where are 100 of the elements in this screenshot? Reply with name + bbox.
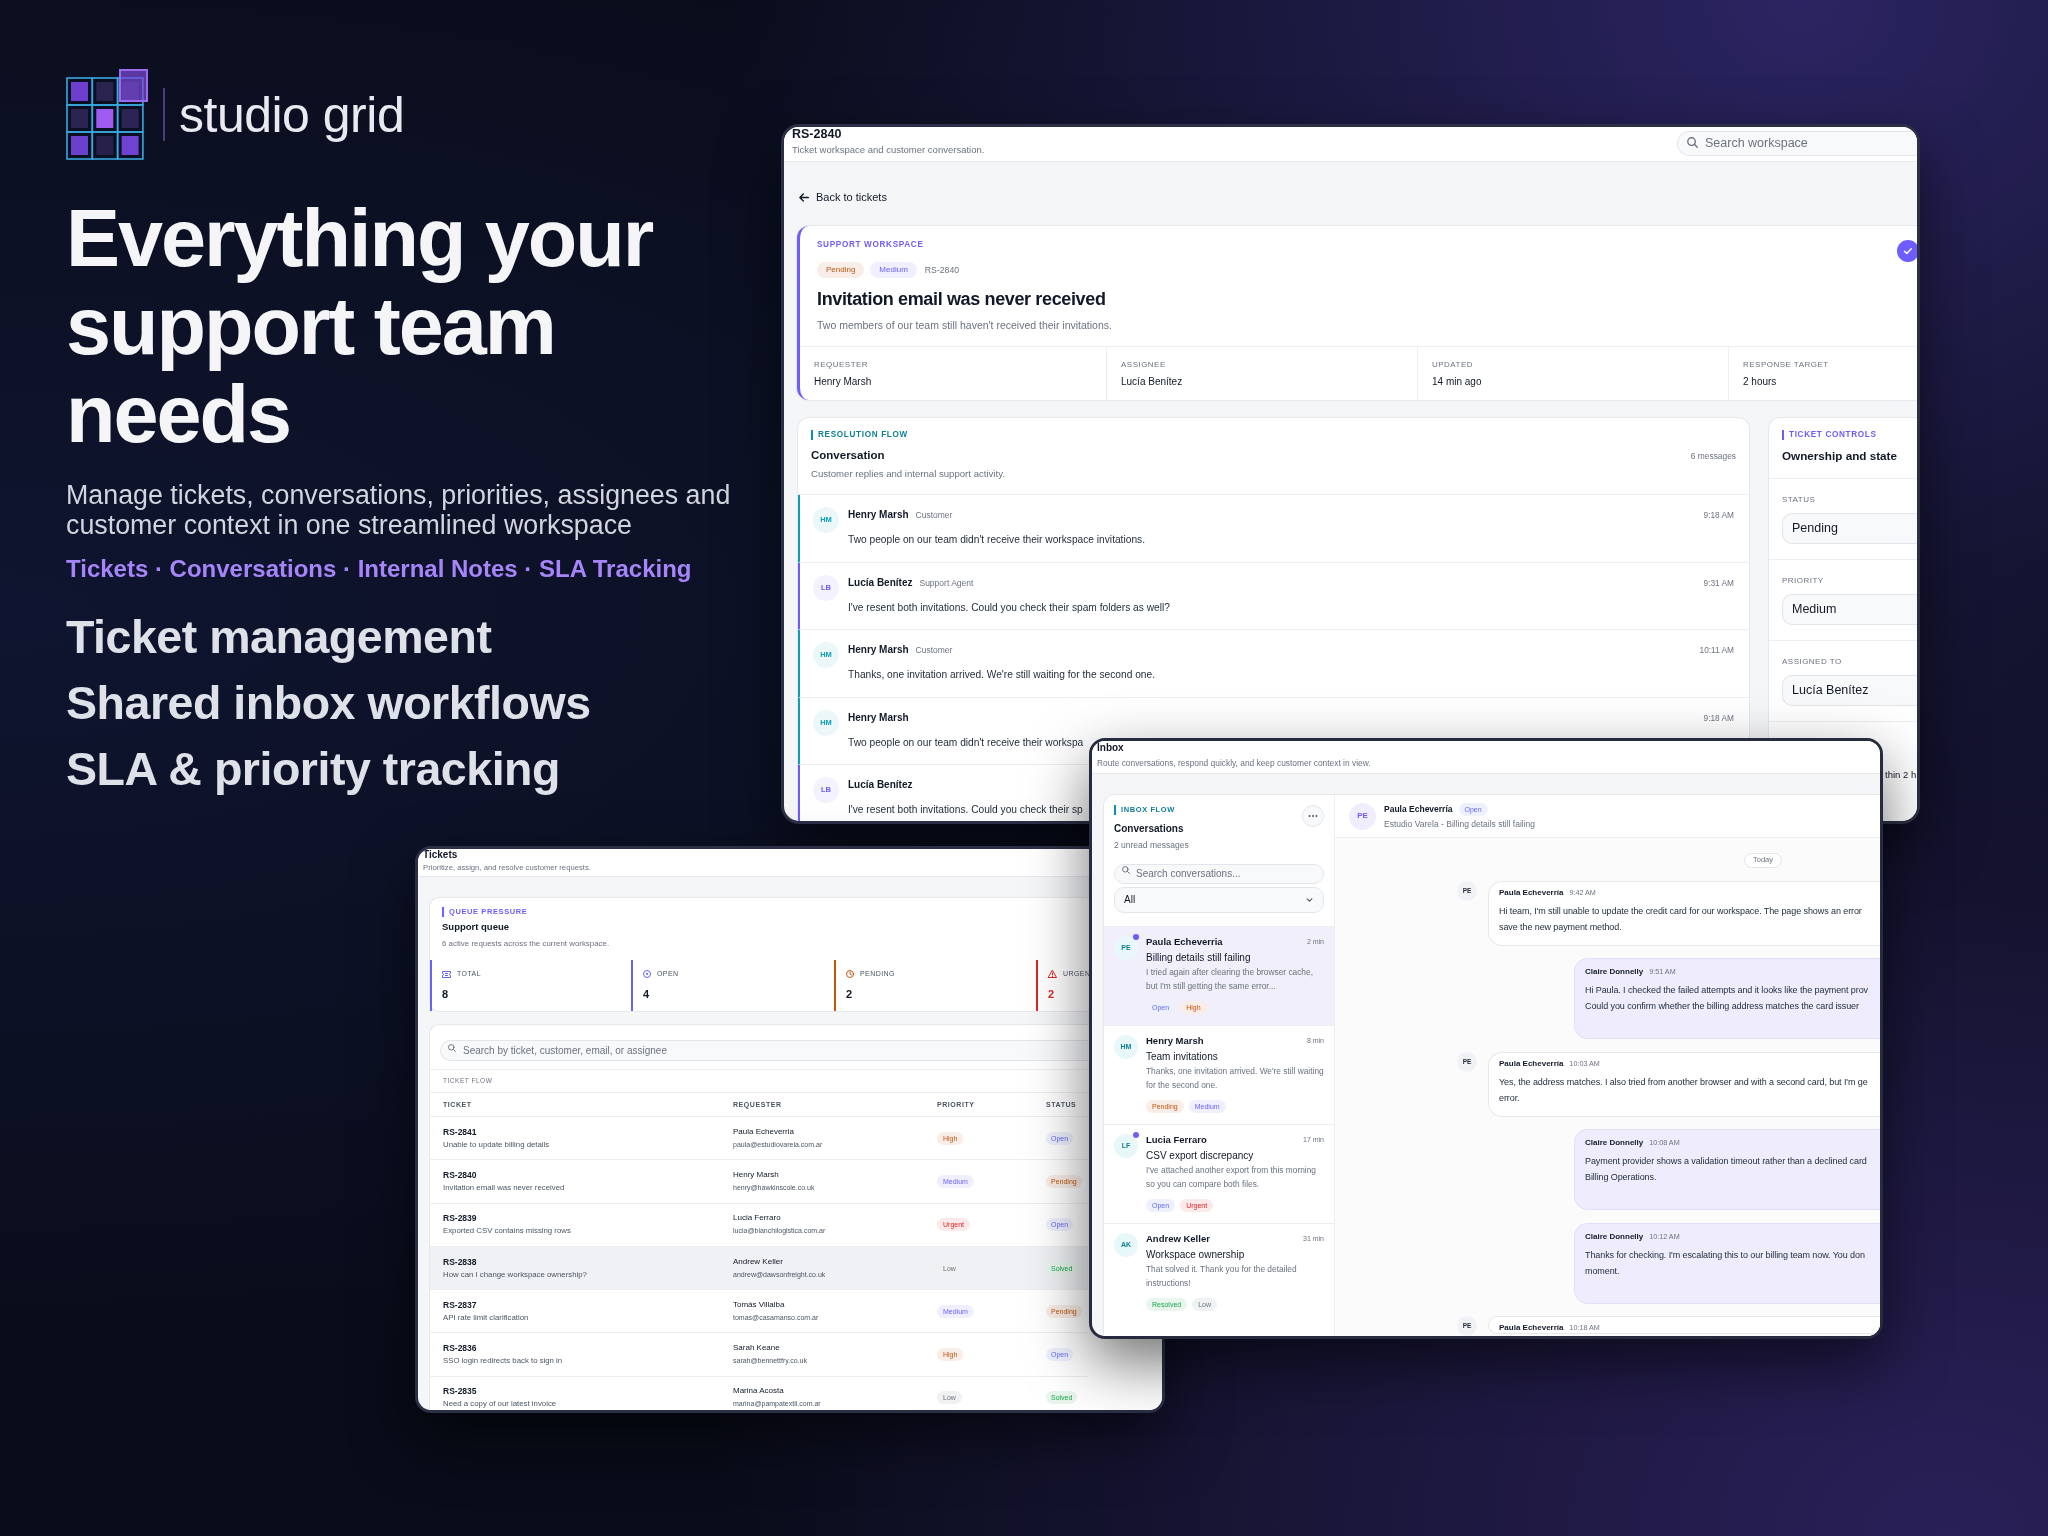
section-title: Conversation — [811, 449, 885, 462]
author-name: Claire Donnelly — [1585, 1231, 1644, 1242]
ticket-id: RS-2838 — [443, 1256, 477, 1267]
message-text: I've resent both invitations. Could you check their spam folders as well? — [848, 601, 1170, 614]
author-name: Paula Echeverría — [1499, 887, 1564, 898]
message-preview: I've attached another export from this morning so you can compare both files. — [1146, 1164, 1317, 1191]
window-subtitle: Route conversations, respond quickly, and keep customer context in view. — [1097, 758, 1371, 768]
message-preview: I tried again after clearing the browser cache, but I'm still getting the same error... — [1146, 966, 1314, 993]
avatar: PE — [1349, 802, 1376, 830]
field-label: RESPONSE TARGET — [1743, 360, 1829, 370]
message-preview: Thanks, one invitation arrived. We're still waiting for the second one. — [1146, 1065, 1325, 1092]
ticket-description: Two members of our team still haven't received their invitations. — [817, 318, 1112, 332]
subtitle: Manage tickets, conversations, priorities, assignees and customer context in one streamlined workspace — [66, 480, 732, 540]
author-name: Paula Echeverría — [1499, 1323, 1564, 1333]
requester-name: Tomás Villalba — [733, 1299, 785, 1310]
message-text: Thanks, one invitation arrived. We're still waiting for the second one. — [848, 669, 1155, 681]
window-title: RS-2840 — [792, 127, 842, 141]
requester-name: Paula Echeverria — [733, 1126, 794, 1137]
author-role: Customer — [915, 645, 953, 655]
ticket-id: RS-2835 — [443, 1386, 477, 1397]
field-label: PRIORITY — [1782, 576, 1824, 586]
message-text: Hi Paula. I checked the failed attempts and it looks like the payment prov — [1585, 984, 1868, 997]
feature-item: Shared inbox workflows — [66, 676, 591, 731]
message-text: Could you confirm whether the billing address matches the card issuer — [1585, 1000, 1859, 1013]
tag-badge: Pending — [817, 262, 865, 278]
filter-select[interactable]: All — [1114, 887, 1324, 913]
window-title: Inbox — [1097, 742, 1124, 754]
brand-name: studio grid — [179, 86, 405, 143]
clock-icon — [846, 970, 854, 978]
ticket-icon — [442, 970, 451, 978]
search-field[interactable]: Search conversations... — [1114, 863, 1324, 884]
stat-value: 8 — [442, 987, 449, 1001]
search-icon — [1687, 137, 1698, 148]
window-title: Tickets — [423, 849, 458, 860]
back-link[interactable]: Back to tickets — [799, 191, 887, 203]
field-label: ASSIGNED TO — [1782, 657, 1842, 667]
tag-badge: Medium — [870, 262, 917, 278]
field-value: 14 min ago — [1432, 376, 1482, 388]
stat-value: 2 — [1048, 987, 1055, 1001]
headline: Everything your support team needs — [66, 194, 654, 458]
contact-name: Henry Marsh — [1146, 1035, 1204, 1046]
search-icon — [448, 1043, 456, 1052]
contact-name: Paula Echeverría — [1384, 803, 1453, 815]
section-title: Ownership and state — [1782, 449, 1897, 462]
field-value: 2 hours — [1743, 376, 1777, 388]
field-label: REQUESTER — [814, 360, 869, 370]
ticket-id: RS-2840 — [924, 265, 960, 275]
section-description: Customer replies and internal support activity. — [811, 468, 1005, 479]
ticket-id: RS-2837 — [443, 1299, 477, 1310]
message-text: error. — [1499, 1091, 1520, 1105]
author-name: Lucía Benítez — [848, 576, 913, 589]
dropdown-field[interactable]: Pending — [1782, 513, 1917, 544]
author-name: Paula Echeverría — [1499, 1058, 1564, 1069]
message-time: 10:11 AM — [1699, 645, 1734, 655]
author-role: Support Agent — [919, 577, 974, 588]
section-title: Conversations — [1114, 823, 1184, 835]
search-field[interactable]: Search by ticket, customer, email, or assignee — [440, 1040, 1088, 1061]
feature-item: Ticket management — [66, 610, 492, 665]
eyebrow-label: SUPPORT WORKSPACE — [817, 240, 924, 250]
ticket-title: Invitation email was never received — [817, 288, 1106, 310]
message-preview: That solved it. Thank you for the detailed instructions! — [1146, 1263, 1298, 1290]
author-role: Customer — [915, 510, 953, 520]
search-icon — [1122, 866, 1130, 874]
message-text: save the new payment method. — [1499, 920, 1622, 934]
dropdown-field[interactable]: Lucía Benítez — [1782, 675, 1917, 706]
conversation-subject: Team invitations — [1146, 1051, 1218, 1062]
conversation-subject: Workspace ownership — [1146, 1249, 1245, 1260]
message-text: I've resent both invitations. Could you check their sp — [848, 804, 1083, 816]
chat-context: Estudio Varela - Billing details still failing — [1384, 818, 1536, 829]
message-time: 9:31 AM — [1703, 577, 1734, 588]
ticket-id: RS-2841 — [443, 1126, 477, 1137]
message-time: 9:18 AM — [1703, 510, 1734, 520]
message-text: Thanks for checking. I'm escalating this to our billing team now. You don — [1585, 1248, 1865, 1262]
ticket-id: RS-2839 — [443, 1213, 477, 1224]
requester-name: Lucia Ferraro — [733, 1213, 781, 1224]
stat-value: 2 — [846, 987, 853, 1001]
search-field[interactable]: Search workspace — [1677, 130, 1917, 156]
field-label: UPDATED — [1432, 360, 1473, 370]
section-title: Support queue — [442, 921, 510, 933]
message-text: Two people on our team didn't receive their workspace invitations. — [848, 534, 1145, 546]
message-text: Billing Operations. — [1585, 1171, 1657, 1184]
author-name: Henry Marsh — [848, 644, 909, 656]
feature-item: SLA & priority tracking — [66, 742, 560, 797]
stat-value: 4 — [643, 987, 650, 1001]
contact-name: Lucia Ferraro — [1146, 1134, 1207, 1145]
check-icon[interactable] — [1897, 240, 1917, 262]
unread-count: 2 unread messages — [1114, 840, 1189, 850]
eyebrow-label: TICKET CONTROLS — [1782, 430, 1877, 440]
message-text: moment. — [1585, 1264, 1620, 1278]
field-value: Lucía Benítez — [1121, 376, 1183, 388]
eyebrow-label: RESOLUTION FLOW — [811, 430, 908, 440]
circle-dot-icon — [643, 970, 651, 978]
requester-name: Sarah Keane — [733, 1343, 780, 1354]
arrow-left-icon — [799, 192, 809, 202]
contact-name: Paula Echeverria — [1146, 936, 1223, 947]
dropdown-field[interactable]: Medium — [1782, 594, 1917, 625]
requester-name: Andrew Keller — [733, 1256, 783, 1267]
author-name: Lucía Benítez — [848, 779, 913, 791]
field-label: STATUS — [1782, 495, 1816, 505]
message-text: Payment provider shows a validation timeout rather than a declined card — [1585, 1155, 1867, 1168]
